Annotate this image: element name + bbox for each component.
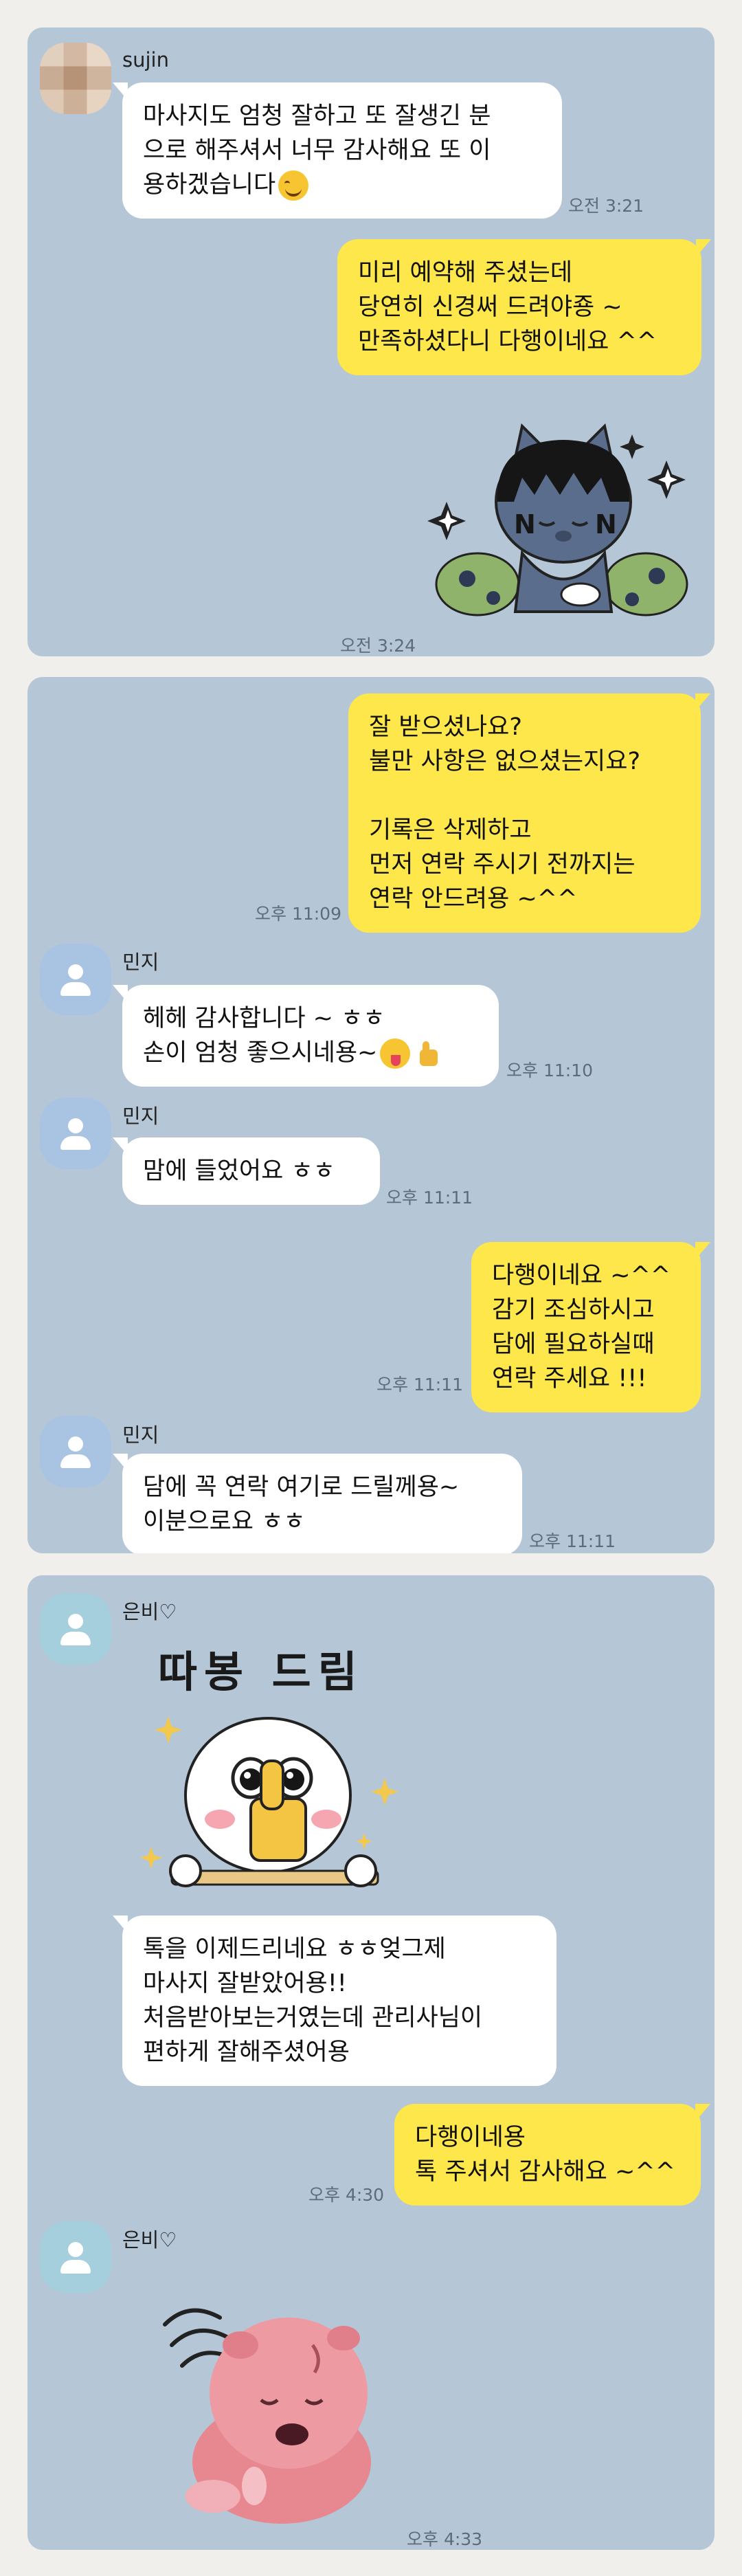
person-silhouette-icon <box>68 1436 83 1452</box>
person-silhouette-icon <box>68 964 83 979</box>
message-time: 오전 3:21 <box>568 196 644 216</box>
smile-emoji-icon <box>278 170 309 201</box>
avatar-eunbi[interactable] <box>40 1593 111 1665</box>
person-silhouette-icon <box>68 1614 83 1629</box>
svg-text:N: N <box>514 509 536 540</box>
message-text: 마사지도 엄청 잘하고 또 잘생긴 분 으로 해주셔서 너무 감사해요 또 이 … <box>143 102 491 199</box>
sender-name: 민지 <box>122 1104 159 1128</box>
sender-name: 민지 <box>122 951 159 974</box>
message-bubble-incoming[interactable]: 마사지도 엄청 잘하고 또 잘생긴 분 으로 해주셔서 너무 감사해요 또 이 … <box>113 82 562 219</box>
message-bubble-incoming[interactable]: 담에 꼭 연락 여기로 드릴께용~ 이분으로요 ㅎㅎ <box>113 1454 522 1553</box>
message-bubble-incoming[interactable]: 톡을 이제드리네요 ㅎㅎ엊그제 마사지 잘받았어용!! 처음받아보는거였는데 관… <box>113 1916 556 2086</box>
chat-screenshot-1: sujin 마사지도 엄청 잘하고 또 잘생긴 분 으로 해주셔서 너무 감사해… <box>27 27 715 656</box>
message-bubble-incoming[interactable]: 맘에 들었어요 ㅎㅎ <box>113 1137 380 1205</box>
message-time: 오후 4:30 <box>308 2185 385 2205</box>
message-bubble-outgoing[interactable]: 다행이네용 톡 주셔서 감사해요 ~^^ <box>394 2104 710 2206</box>
message-time: 오후 11:09 <box>255 904 341 924</box>
pink-beaver-character-sticker[interactable] <box>151 2297 398 2524</box>
person-silhouette-icon <box>68 1118 83 1133</box>
svg-text:N: N <box>595 509 617 540</box>
person-silhouette-icon <box>68 2242 83 2257</box>
avatar-minji[interactable] <box>40 944 111 1015</box>
message-time: 오후 11:11 <box>529 1531 616 1551</box>
winking-tongue-emoji-icon <box>380 1039 411 1069</box>
message-time: 오후 11:10 <box>506 1061 593 1080</box>
avatar-minji[interactable] <box>40 1416 111 1487</box>
message-time: 오후 11:11 <box>386 1188 473 1208</box>
message-bubble-outgoing[interactable]: 잘 받으셨나요? 불만 사항은 없으셨는지요? 기록은 삭제하고 먼저 연락 주… <box>348 693 710 933</box>
message-time: 오후 11:11 <box>376 1375 463 1395</box>
sticker-caption: 따봉 드림 <box>158 1647 364 1697</box>
sender-name: 은비♡ <box>122 1600 177 1623</box>
thumbs-up-character-sticker[interactable] <box>131 1696 419 1902</box>
avatar-sujin[interactable] <box>40 43 111 114</box>
chat-screenshot-3: 은비♡ 따봉 드림 톡을 이제드리네요 ㅎㅎ엊그제 마사지 잘받았어용!! 처음… <box>27 1575 715 2550</box>
sender-name: 민지 <box>122 1423 159 1447</box>
avatar-minji[interactable] <box>40 1098 111 1169</box>
thumbs-up-emoji-icon <box>413 1039 443 1069</box>
sticker-time: 오후 4:33 <box>407 2529 483 2549</box>
sticker-time: 오전 3:24 <box>340 636 416 656</box>
cat-character-sticker[interactable]: N N <box>426 399 701 632</box>
avatar-eunbi[interactable] <box>40 2221 111 2293</box>
message-bubble-incoming[interactable]: 헤헤 감사합니다 ~ ㅎㅎ 손이 엄청 좋으시네용~ <box>113 985 499 1087</box>
message-bubble-outgoing[interactable]: 다행이네요 ~^^ 감기 조심하시고 담에 필요하실때 연락 주세요 !!! <box>471 1242 710 1412</box>
message-text: 헤헤 감사합니다 ~ ㅎㅎ 손이 엄청 좋으시네용~ <box>143 1005 385 1067</box>
message-bubble-outgoing[interactable]: 미리 예약해 주셨는데 당연히 신경써 드려야죵 ~ 만족하셨다니 다행이네요 … <box>337 239 711 375</box>
sender-name: 은비♡ <box>122 2228 177 2252</box>
sender-name: sujin <box>122 48 169 71</box>
chat-screenshot-2: 잘 받으셨나요? 불만 사항은 없으셨는지요? 기록은 삭제하고 먼저 연락 주… <box>27 677 715 1553</box>
